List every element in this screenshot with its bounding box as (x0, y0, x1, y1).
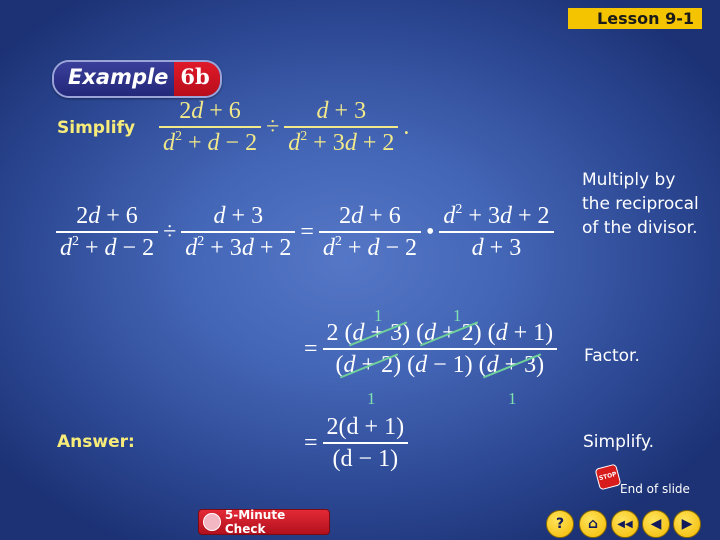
example-label: Example (54, 62, 175, 96)
first-slide-button[interactable]: ◀◀ (611, 510, 639, 538)
example-number: 6b (174, 62, 220, 96)
cancel-mark: 1 (374, 306, 383, 325)
fraction: 2 (d + 3) (d + 2) (d + 1) (d + 2) (d − 1… (322, 320, 558, 378)
period: . (403, 113, 410, 140)
answer-label: Answer: (57, 432, 135, 452)
cancel-mark: 1 (508, 389, 517, 408)
next-icon: ▶ (681, 516, 693, 532)
step2-note: Factor. (584, 346, 640, 366)
answer-denominator: (d − 1) (332, 446, 399, 472)
fraction: 2d + 6 d2 + d − 2 (159, 98, 262, 156)
fraction: 2d + 6 d2 + d − 2 (318, 203, 421, 261)
step2-expression: = 2 (d + 3) (d + 2) (d + 1) (d + 2) (d −… (302, 320, 560, 378)
cancel-mark: 1 (367, 389, 376, 408)
lesson-badge: Lesson 9-1 (568, 8, 702, 29)
home-button[interactable]: ⌂ (579, 510, 607, 538)
fraction: 2(d + 1) (d − 1) (322, 414, 409, 472)
fraction: d + 3 d2 + 3d + 2 (181, 203, 296, 261)
five-minute-check-button[interactable]: 5-Minute Check (198, 508, 330, 536)
fraction: 2d + 6 d2 + d − 2 (56, 203, 159, 261)
step1-expression: 2d + 6 d2 + d − 2 ÷ d + 3 d2 + 3d + 2 = … (53, 203, 557, 261)
cancel-mark: 1 (453, 306, 462, 325)
help-button[interactable]: ? (546, 510, 574, 538)
question-icon: ? (555, 516, 565, 532)
five-minute-check-label: 5-Minute Check (224, 508, 286, 536)
problem-expression: 2d + 6 d2 + d − 2 ÷ d + 3 d2 + 3d + 2 . (156, 98, 411, 156)
clock-icon (203, 513, 221, 531)
step1-note: Multiply by the reciprocal of the diviso… (582, 170, 699, 238)
next-slide-button[interactable]: ▶ (673, 510, 701, 538)
step3-note: Simplify. (583, 432, 655, 452)
previous-slide-button[interactable]: ◀ (642, 510, 670, 538)
answer-numerator: 2(d + 1) (326, 414, 405, 440)
previous-icon: ◀ (650, 516, 662, 532)
fraction: d2 + 3d + 2 d + 3 (439, 203, 554, 261)
stop-icon: STOP (594, 463, 622, 491)
answer-expression: = 2(d + 1) (d − 1) (302, 414, 411, 472)
fraction: d + 3 d2 + 3d + 2 (284, 98, 399, 156)
example-badge: Example 6b (52, 60, 222, 98)
divide-sign: ÷ (266, 113, 280, 140)
home-icon: ⌂ (587, 516, 599, 532)
rewind-icon: ◀◀ (617, 518, 633, 530)
simplify-prompt: Simplify (57, 118, 136, 138)
end-of-slide-label: End of slide (620, 482, 690, 496)
